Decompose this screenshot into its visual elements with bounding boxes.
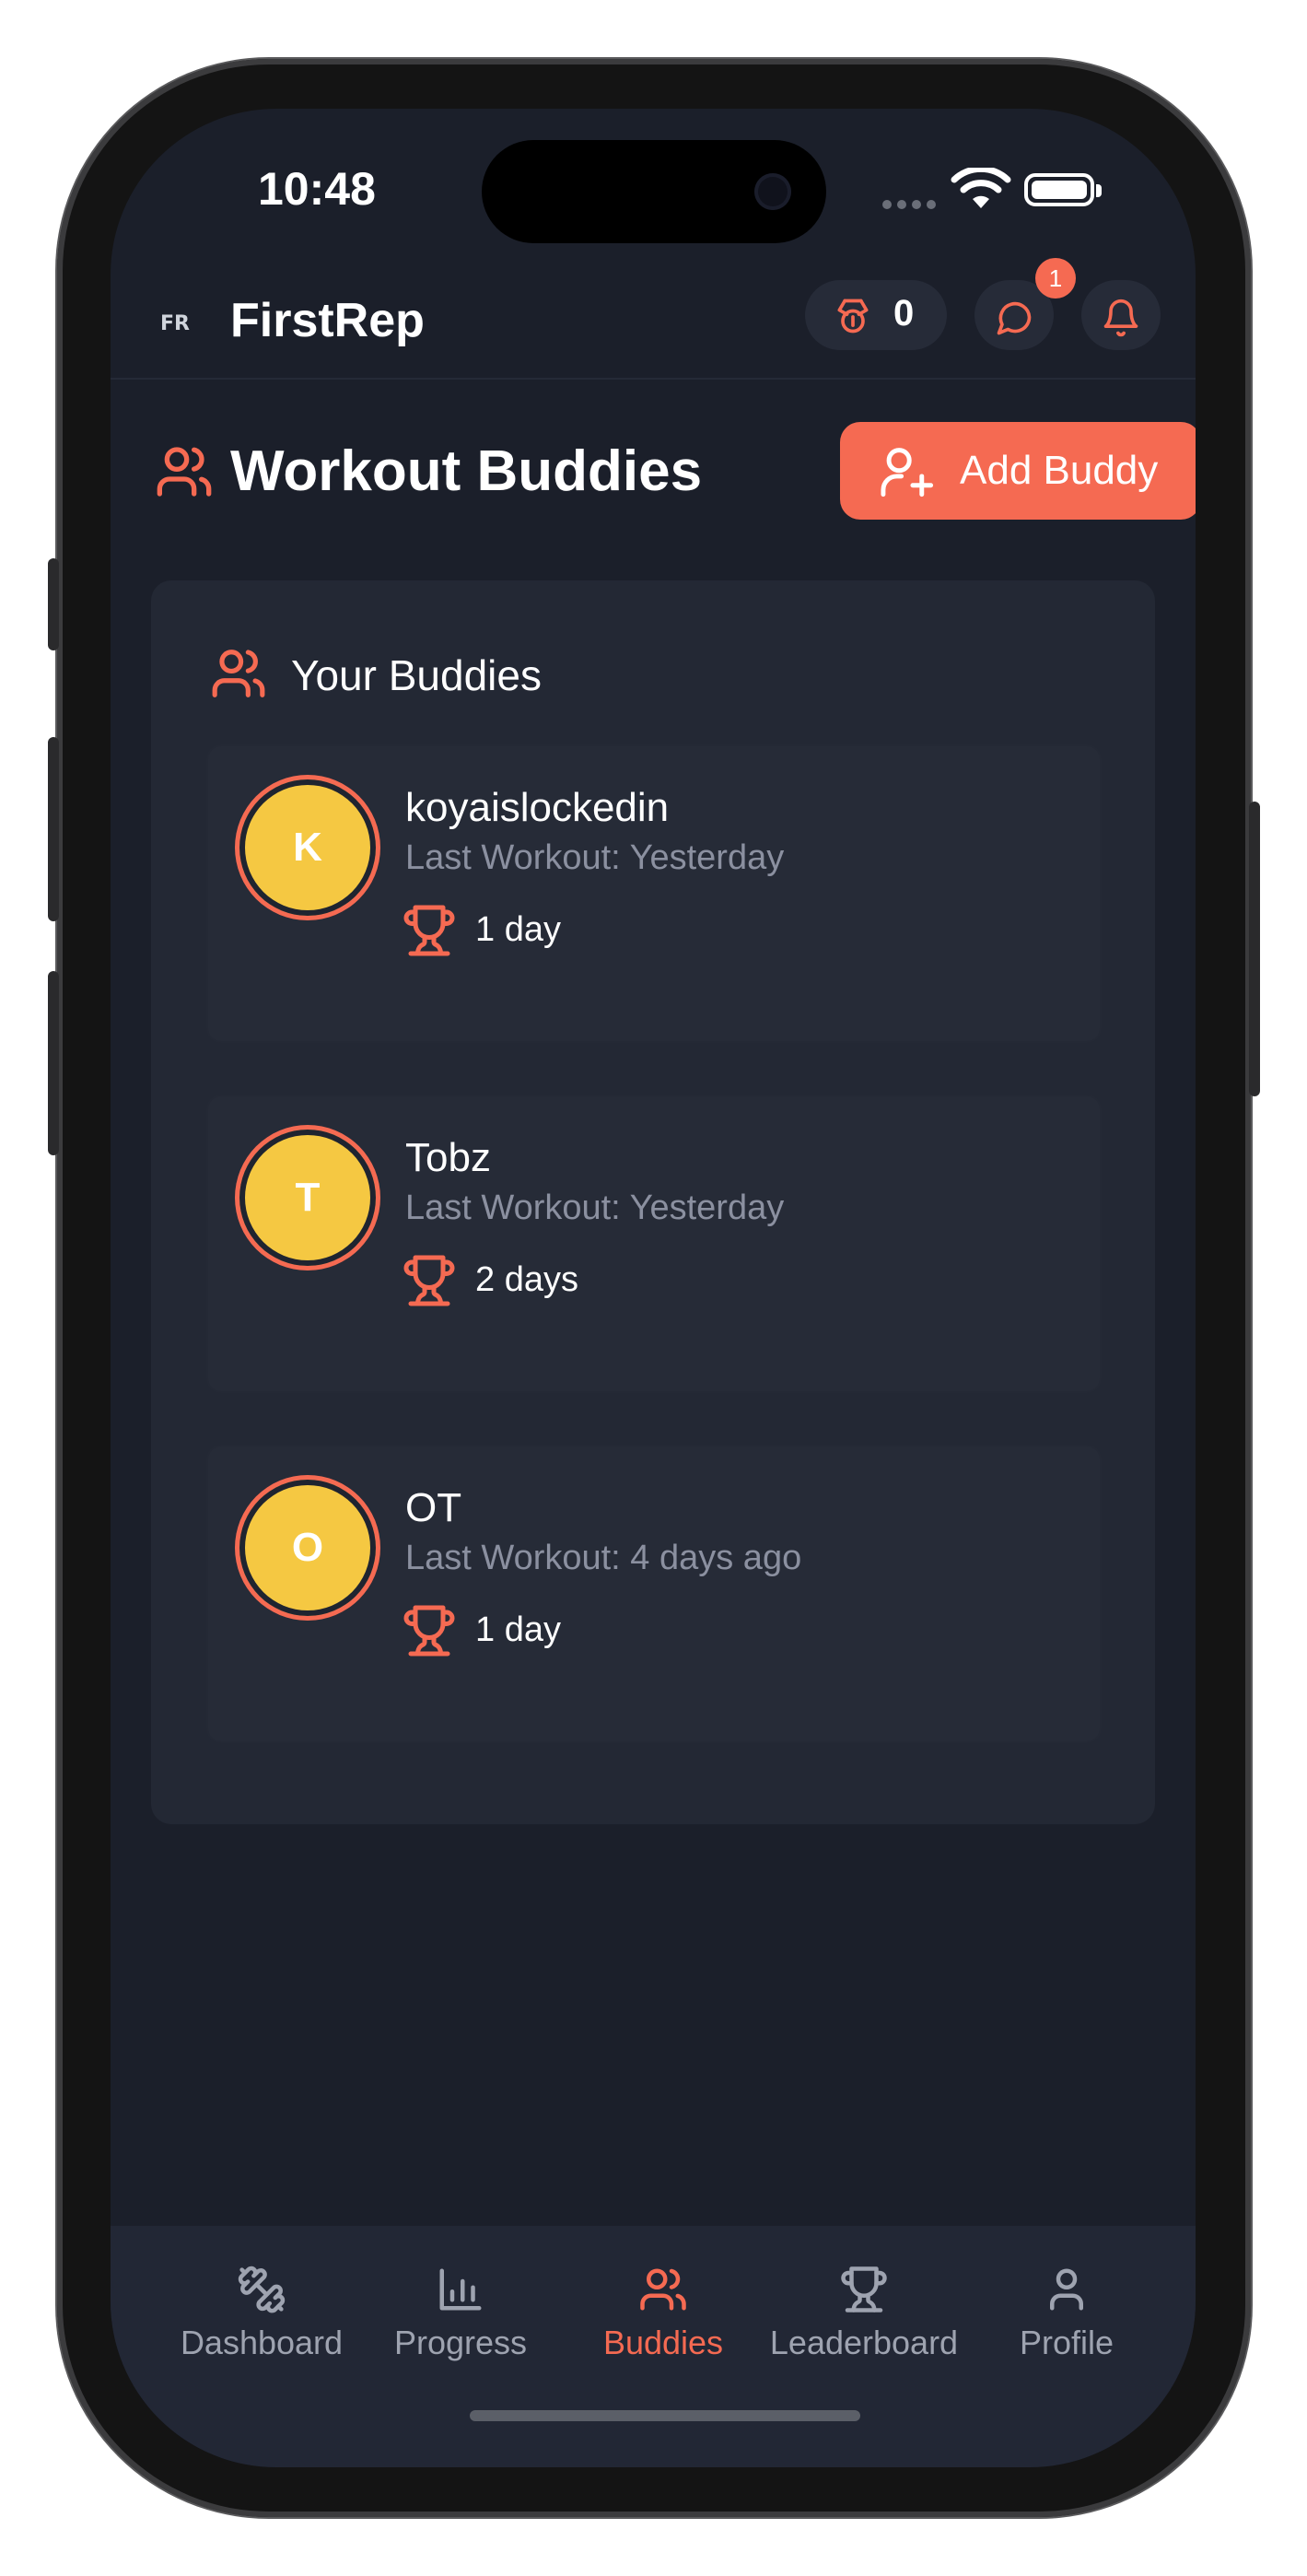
add-buddy-button[interactable]: Add Buddy — [840, 422, 1196, 520]
messages-badge: 1 — [1035, 258, 1076, 299]
buddy-item[interactable]: K koyaislockedin Last Workout: Yesterday… — [208, 746, 1100, 1041]
status-time: 10:48 — [258, 163, 376, 215]
buddy-streak-value: 1 day — [475, 910, 561, 949]
trophy-icon — [841, 2266, 887, 2313]
bottom-nav: Dashboard Progress Buddies Leaderboard P… — [111, 2226, 1196, 2467]
action-button — [48, 558, 59, 650]
nav-label: Leaderboard — [769, 2324, 959, 2361]
nav-item-leaderboard[interactable]: Leaderboard — [763, 2265, 965, 2362]
buddies-card: Your Buddies K koyaislockedin Last Worko… — [151, 580, 1155, 1824]
nav-label: Progress — [393, 2324, 528, 2361]
card-title: Your Buddies — [291, 651, 542, 699]
nav-label: Buddies — [602, 2324, 724, 2361]
home-indicator[interactable] — [470, 2410, 860, 2421]
nav-item-buddies[interactable]: Buddies — [562, 2265, 764, 2362]
cellular-signal-icon — [882, 197, 941, 214]
app-title: FirstRep — [230, 294, 425, 347]
nav-item-profile[interactable]: Profile — [965, 2265, 1168, 2362]
users-icon — [157, 447, 212, 497]
buddy-name: OT — [405, 1485, 462, 1530]
nav-item-progress[interactable]: Progress — [359, 2265, 562, 2362]
dumbbell-icon — [238, 2266, 286, 2313]
dynamic-island — [482, 140, 826, 243]
trophy-icon — [403, 1255, 455, 1306]
buddy-name: koyaislockedin — [405, 785, 670, 830]
volume-down-button — [48, 971, 59, 1155]
trophy-icon — [403, 905, 455, 956]
page-title: Workout Buddies — [230, 439, 703, 503]
avatar: T — [239, 1130, 376, 1266]
bell-icon — [1103, 299, 1138, 337]
buddy-last-workout: Last Workout: Yesterday — [405, 838, 785, 877]
volume-up-button — [48, 737, 59, 921]
medal-icon — [837, 299, 869, 334]
users-icon — [212, 650, 265, 697]
medal-count: 0 — [893, 293, 915, 334]
user-plus-icon — [881, 448, 934, 498]
medal-counter-button[interactable]: 0 — [805, 280, 947, 350]
avatar: K — [239, 779, 376, 916]
app-header: FR FirstRep 0 1 — [111, 258, 1196, 380]
battery-icon — [1024, 173, 1102, 206]
wifi-icon — [951, 168, 1011, 208]
notifications-button[interactable] — [1081, 280, 1161, 350]
nav-label: Dashboard — [180, 2324, 344, 2361]
camera-icon — [754, 173, 791, 210]
add-buddy-label: Add Buddy — [960, 448, 1159, 493]
users-icon — [640, 2268, 686, 2311]
app-screen: 10:48 FR FirstRep 0 1 Workout Buddies Ad… — [111, 109, 1196, 2467]
buddy-streak-value: 2 days — [475, 1260, 578, 1299]
trophy-icon — [403, 1605, 455, 1657]
buddy-last-workout: Last Workout: 4 days ago — [405, 1539, 802, 1577]
avatar: O — [239, 1480, 376, 1616]
chat-bubble-icon — [997, 301, 1032, 335]
power-button — [1249, 802, 1260, 1096]
nav-label: Profile — [1019, 2324, 1114, 2361]
buddy-streak-value: 1 day — [475, 1610, 561, 1649]
bar-chart-icon — [439, 2268, 482, 2311]
page-heading: Workout Buddies Add Buddy — [111, 422, 1196, 523]
buddy-name: Tobz — [405, 1135, 491, 1180]
firstrep-logo-icon: FR — [158, 304, 195, 341]
buddy-item[interactable]: O OT Last Workout: 4 days ago 1 day — [208, 1446, 1100, 1741]
buddy-last-workout: Last Workout: Yesterday — [405, 1188, 785, 1227]
nav-item-dashboard[interactable]: Dashboard — [160, 2265, 363, 2362]
user-icon — [1050, 2268, 1083, 2311]
buddy-item[interactable]: T Tobz Last Workout: Yesterday 2 days — [208, 1096, 1100, 1391]
svg-text:FR: FR — [160, 312, 190, 335]
